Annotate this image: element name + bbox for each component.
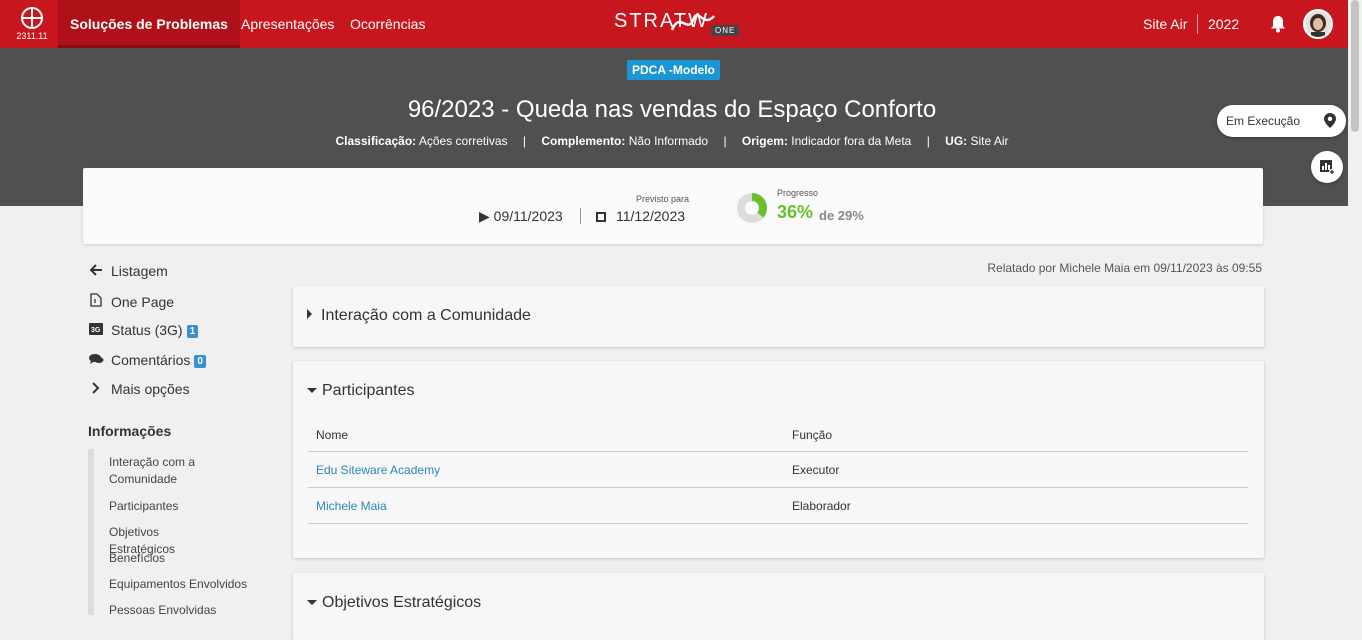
nav-apresentacoes[interactable]: Apresentações bbox=[241, 0, 334, 48]
ug-value: Site Air bbox=[970, 134, 1009, 148]
chevron-right-icon bbox=[88, 381, 104, 397]
svg-text:3G: 3G bbox=[91, 327, 101, 334]
model-badge: PDCA -Modelo bbox=[627, 60, 720, 80]
map-pin-icon bbox=[1324, 113, 1336, 128]
start-date: ▶ 09/11/2023 bbox=[479, 208, 563, 225]
panel-comunidade-title: Interação com a Comunidade bbox=[321, 307, 531, 324]
participant-name-link[interactable]: Michele Maia bbox=[316, 499, 387, 513]
participant-name-link[interactable]: Edu Siteware Academy bbox=[316, 463, 440, 477]
status-3g-icon: 3G bbox=[88, 322, 104, 338]
progress-donut bbox=[737, 193, 767, 223]
caret-down-icon bbox=[307, 600, 317, 605]
ug-label: UG: bbox=[945, 134, 968, 148]
caret-right-icon bbox=[307, 309, 312, 319]
participants-table: Nome Função Edu Siteware Academy Executo… bbox=[308, 421, 1248, 524]
dates-progress-card: ▶ 09/11/2023 Previsto para 11/12/2023 Pr… bbox=[83, 168, 1263, 244]
table-row: Edu Siteware Academy Executor bbox=[308, 452, 1248, 488]
panel-objetivos: Objetivos Estratégicos bbox=[293, 573, 1264, 640]
caret-down-icon bbox=[307, 388, 317, 393]
info-link-equipamentos[interactable]: Equipamentos Envolvidos bbox=[109, 576, 259, 593]
reported-by: Relatado por Michele Maia em 09/11/2023 … bbox=[987, 261, 1262, 275]
scrollbar-thumb[interactable] bbox=[1351, 0, 1359, 132]
nav-comentarios[interactable]: Comentários 0 bbox=[88, 352, 206, 368]
info-link-comunidade[interactable]: Interação com a Comunidade bbox=[109, 454, 219, 488]
chart-add-icon bbox=[1320, 160, 1335, 175]
info-link-participantes[interactable]: Participantes bbox=[109, 498, 219, 515]
report-chart-button[interactable] bbox=[1311, 151, 1343, 183]
nav-comentarios-label: Comentários bbox=[111, 352, 191, 368]
column-header-nome: Nome bbox=[316, 428, 349, 442]
participant-role: Executor bbox=[792, 463, 840, 477]
column-header-funcao: Função bbox=[792, 428, 833, 442]
nav-status-label: Status (3G) bbox=[111, 322, 183, 338]
nav-mais-opcoes[interactable]: Mais opções bbox=[88, 381, 190, 397]
panel-participantes-title: Participantes bbox=[322, 382, 415, 399]
nav-one-page-label: One Page bbox=[111, 294, 175, 310]
status-count-badge: 1 bbox=[186, 325, 199, 338]
origem-label: Origem: bbox=[741, 134, 788, 148]
brand-swoosh-icon bbox=[670, 13, 715, 31]
panel-objetivos-header[interactable]: Objetivos Estratégicos bbox=[307, 594, 481, 612]
start-date-value: 09/11/2023 bbox=[493, 208, 563, 224]
participant-role: Elaborador bbox=[792, 499, 851, 513]
bell-icon[interactable] bbox=[1270, 15, 1286, 33]
end-date-value: 11/12/2023 bbox=[616, 208, 686, 224]
table-header-row: Nome Função bbox=[308, 421, 1248, 452]
complemento-value: Não Informado bbox=[628, 134, 709, 148]
panel-participantes: Participantes Nome Função Edu Siteware A… bbox=[293, 361, 1264, 558]
forecast-label: Previsto para bbox=[636, 194, 690, 204]
progress-target: de 29% bbox=[819, 208, 864, 223]
year-selector[interactable]: 2022 bbox=[1208, 0, 1239, 48]
comments-count-badge: 0 bbox=[194, 355, 206, 368]
nav-status-3g[interactable]: 3G Status (3G) 1 bbox=[88, 322, 199, 338]
logo-icon bbox=[21, 7, 43, 29]
brand-tag: ONE bbox=[711, 25, 740, 36]
document-icon bbox=[88, 293, 104, 310]
panel-comunidade-header[interactable]: Interação com a Comunidade bbox=[307, 307, 531, 325]
app-logo[interactable]: 2311.11 bbox=[14, 6, 50, 41]
stop-icon bbox=[596, 212, 606, 222]
panel-comunidade[interactable]: Interação com a Comunidade bbox=[293, 286, 1264, 347]
panel-participantes-header[interactable]: Participantes bbox=[307, 382, 415, 400]
comments-icon bbox=[88, 352, 104, 368]
info-link-beneficios[interactable]: Benefícios bbox=[109, 550, 219, 567]
nav-ocorrencias[interactable]: Ocorrências bbox=[350, 0, 425, 48]
origem-value: Indicador fora da Meta bbox=[791, 134, 912, 148]
panel-objetivos-title: Objetivos Estratégicos bbox=[322, 594, 482, 611]
info-rail bbox=[88, 449, 94, 615]
divider bbox=[1197, 14, 1198, 34]
unit-selector[interactable]: Site Air bbox=[1143, 0, 1187, 48]
nav-mais-opcoes-label: Mais opções bbox=[111, 381, 190, 397]
page-title: 96/2023 - Queda nas vendas do Espaço Con… bbox=[407, 96, 937, 123]
info-link-pessoas[interactable]: Pessoas Envolvidas bbox=[109, 602, 219, 619]
app-version: 2311.11 bbox=[16, 31, 48, 41]
status-selector[interactable]: Em Execução bbox=[1217, 105, 1346, 137]
nav-solucoes-problemas[interactable]: Soluções de Problemas bbox=[58, 0, 240, 48]
classificacao-label: Classificação: bbox=[335, 134, 417, 148]
progress-label: Progresso bbox=[777, 188, 819, 198]
complemento-label: Complemento: bbox=[541, 134, 626, 148]
top-navbar: 2311.11 Soluções de Problemas Apresentaç… bbox=[0, 0, 1362, 48]
progress-value: 36% bbox=[777, 202, 814, 222]
avatar-icon bbox=[1305, 11, 1331, 37]
divider bbox=[580, 208, 581, 224]
problem-meta: Classificação: Ações corretivas | Comple… bbox=[335, 134, 1009, 148]
table-row: Michele Maia Elaborador bbox=[308, 488, 1248, 524]
classificacao-value: Ações corretivas bbox=[418, 134, 508, 148]
info-section-title: Informações bbox=[88, 423, 172, 439]
page-scrollbar[interactable] bbox=[1348, 0, 1362, 640]
user-avatar[interactable] bbox=[1303, 9, 1333, 39]
end-date: 11/12/2023 bbox=[596, 208, 685, 224]
play-icon: ▶ bbox=[479, 208, 490, 224]
nav-one-page[interactable]: One Page bbox=[88, 293, 174, 310]
status-label: Em Execução bbox=[1226, 114, 1301, 128]
